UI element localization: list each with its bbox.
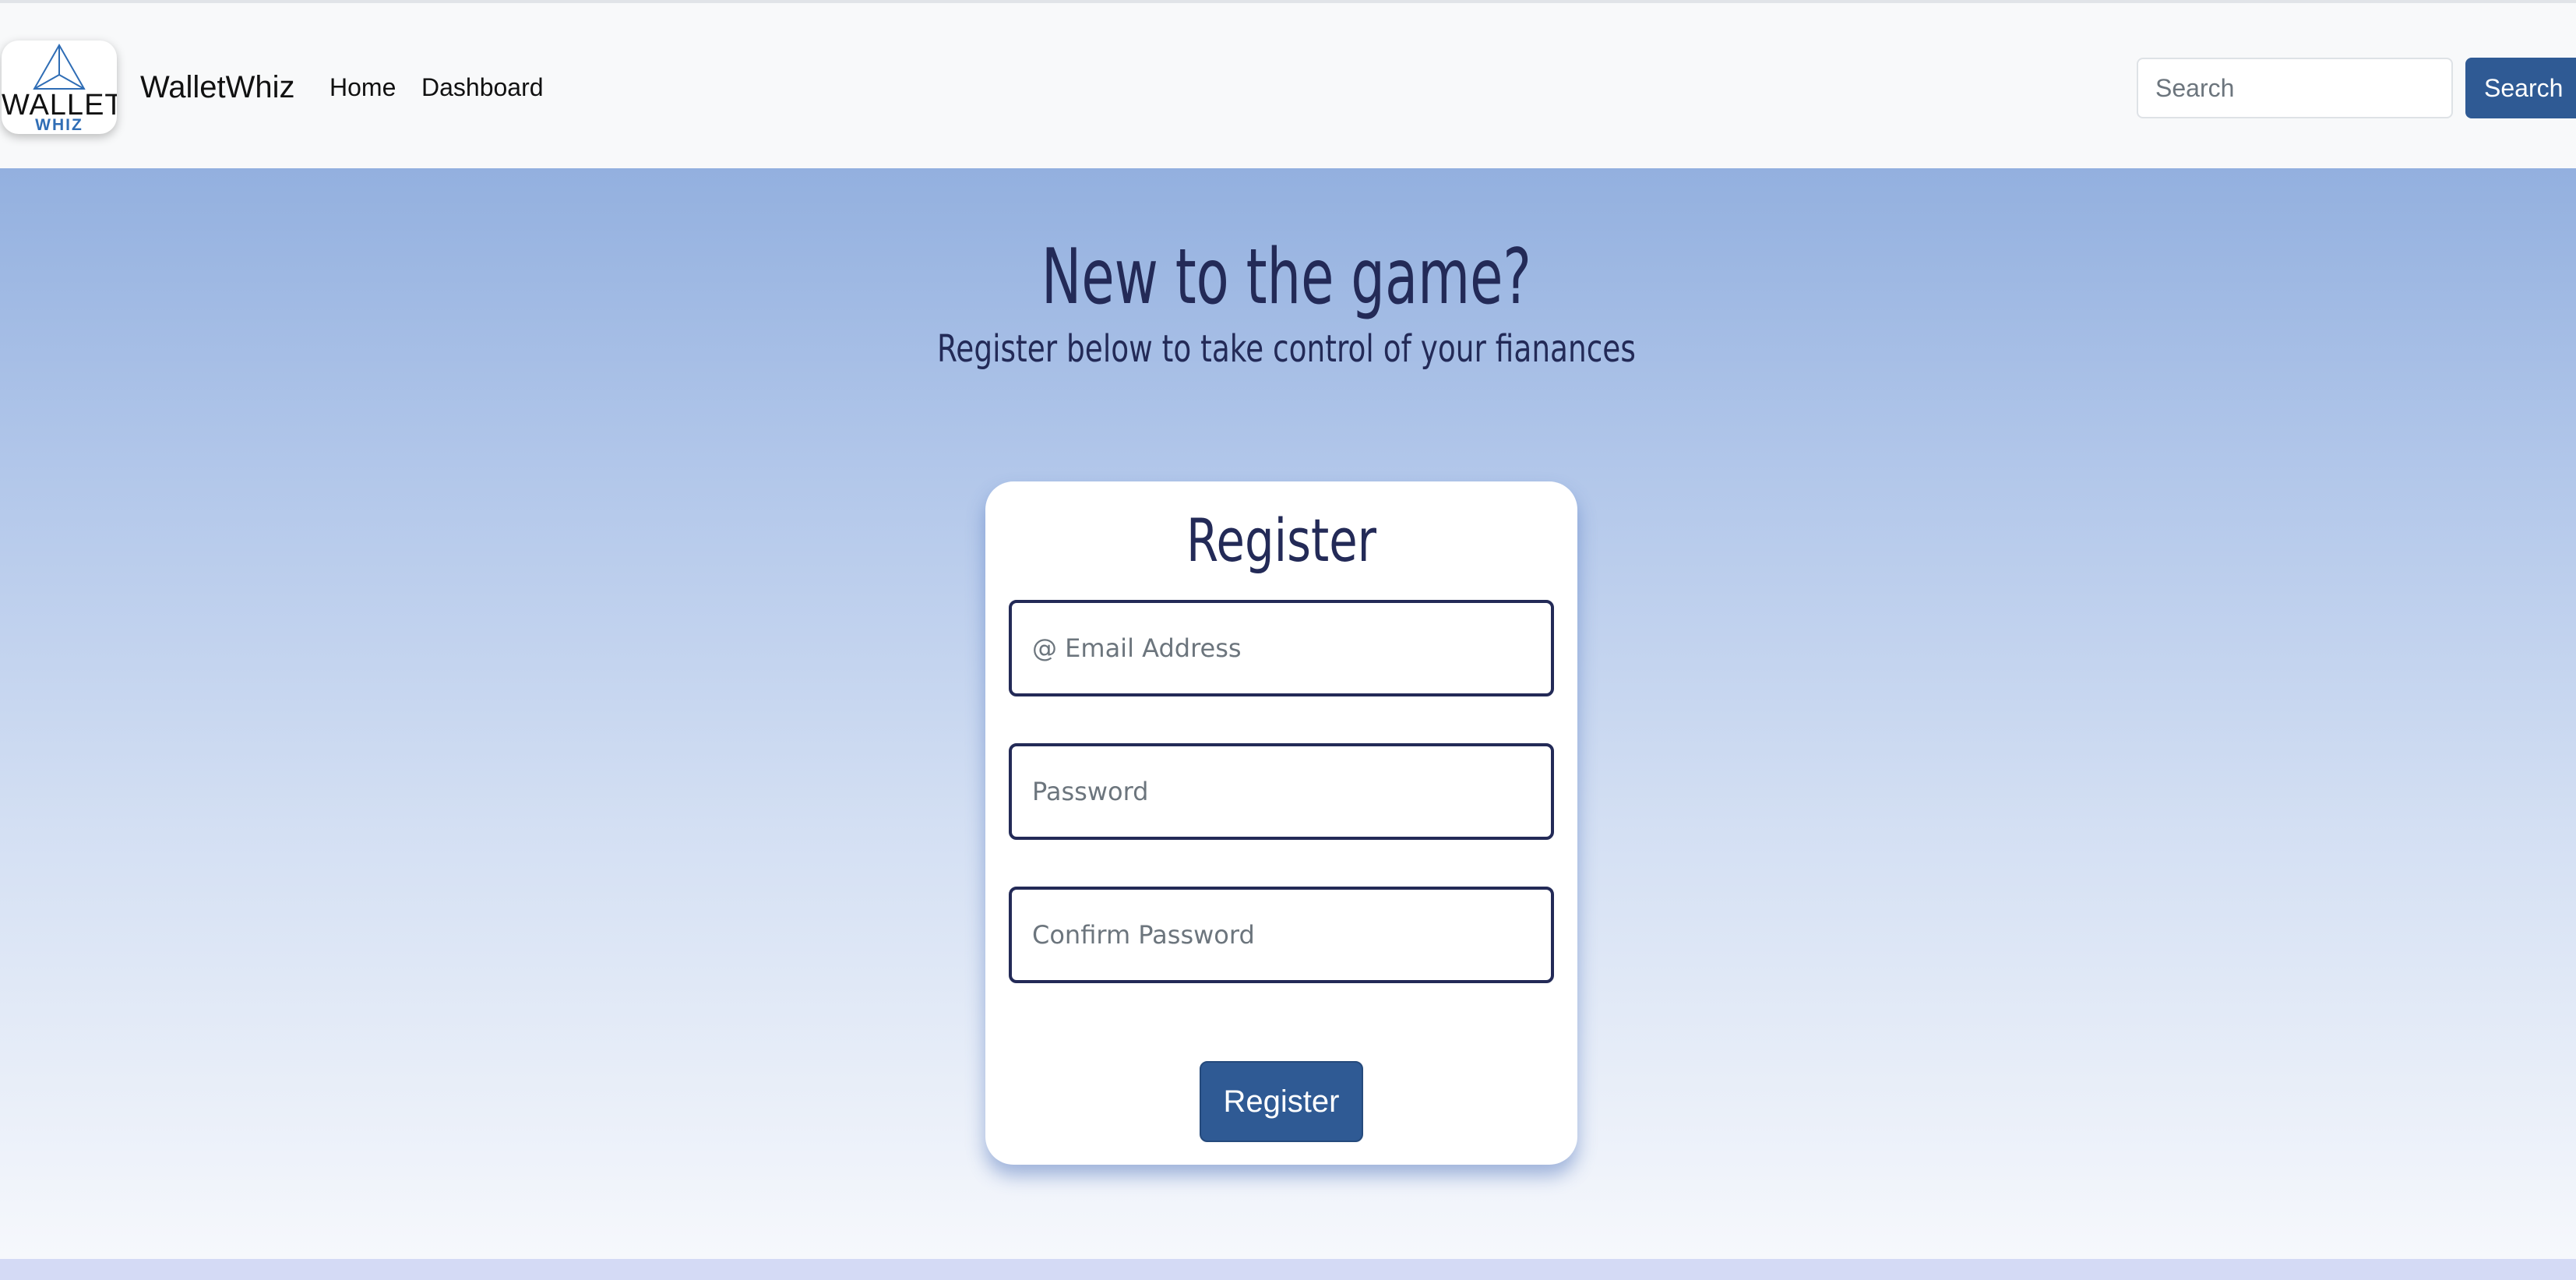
hero-subtitle: Register below to take control of your f… [936, 327, 1636, 371]
register-card: Register Register [985, 481, 1577, 1165]
nav-link-dashboard[interactable]: Dashboard [421, 72, 544, 103]
search-button[interactable]: Search [2465, 58, 2576, 118]
search-input[interactable] [2137, 58, 2453, 118]
email-field[interactable] [1009, 600, 1554, 696]
password-field[interactable] [1009, 743, 1554, 840]
footer-band [0, 1259, 2576, 1280]
hero-section: New to the game? Register below to take … [0, 168, 2576, 1259]
wallet-whiz-logo[interactable]: WALLET WHIZ [2, 41, 117, 134]
register-title: Register [1186, 506, 1377, 575]
brand-name[interactable]: WalletWhiz [140, 69, 295, 106]
nav-link-home[interactable]: Home [329, 72, 396, 103]
navbar: WALLET WHIZ WalletWhiz Home Dashboard Se… [0, 3, 2576, 168]
register-button[interactable]: Register [1200, 1061, 1363, 1142]
logo-subtext: WHIZ [35, 116, 83, 134]
hero-title: New to the game? [1041, 233, 1531, 322]
confirm-password-field[interactable] [1009, 887, 1554, 983]
pyramid-icon [33, 44, 86, 90]
